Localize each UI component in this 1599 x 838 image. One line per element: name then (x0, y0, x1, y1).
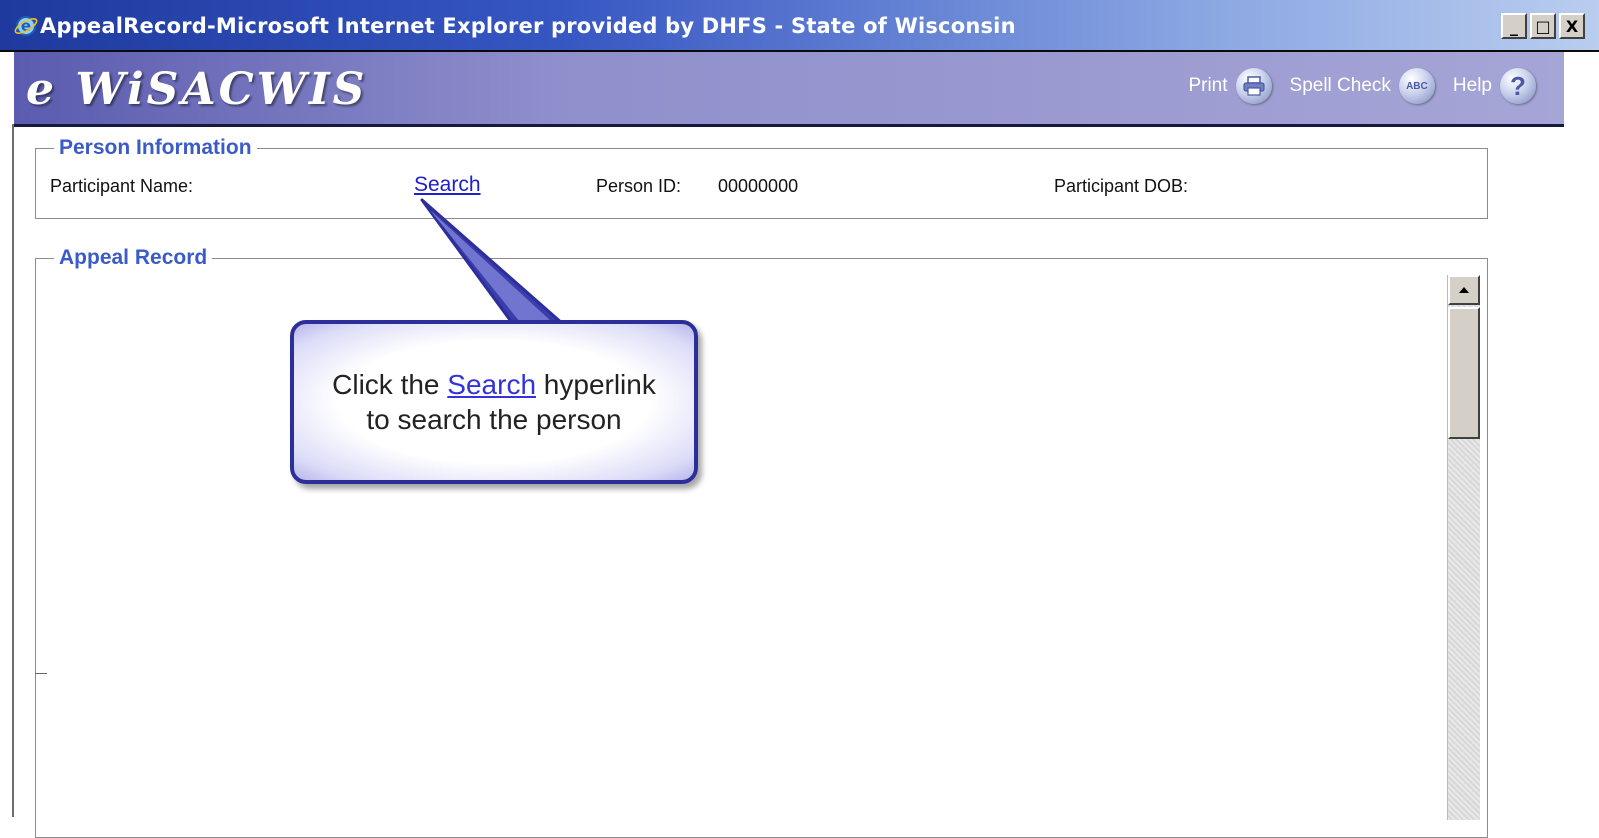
person-id-label: Person ID: (596, 176, 682, 196)
callout-line-2: to search the person (366, 404, 622, 435)
spell-check-icon-text: ABC (1406, 80, 1428, 92)
scroll-up-button[interactable] (1448, 275, 1480, 305)
minimize-button[interactable]: _ (1501, 13, 1527, 39)
instruction-callout: Click the Search hyperlink to search the… (290, 320, 698, 484)
callout-text-after: hyperlink (543, 369, 656, 400)
close-button[interactable]: X (1559, 13, 1585, 39)
callout-text-before: Click the (332, 369, 440, 400)
help-label: Help (1452, 75, 1492, 96)
print-button[interactable]: Print (1188, 68, 1272, 104)
person-id-value: 00000000 (718, 176, 799, 196)
person-information-legend: Person Information (54, 136, 257, 160)
printer-icon (1235, 68, 1272, 104)
window-title-bar: e AppealRecord-Microsoft Internet Explor… (0, 0, 1599, 52)
window-frame-left (12, 124, 14, 817)
callout-line-1: Click the Search hyperlink (332, 367, 656, 402)
spell-check-label: Spell Check (1289, 75, 1391, 96)
spell-check-button[interactable]: Spell Check ABC (1290, 68, 1435, 104)
window-title: AppealRecord-Microsoft Internet Explorer… (40, 14, 1016, 38)
help-icon-text: ? (1510, 70, 1526, 101)
person-information-group: Person Information Participant Name: Sea… (35, 136, 1488, 219)
callout-search-link: Search (447, 369, 537, 400)
vertical-scrollbar[interactable] (1447, 275, 1480, 820)
internet-explorer-icon: e (14, 16, 38, 36)
appeal-record-legend: Appeal Record (54, 246, 213, 270)
help-icon: ? (1500, 68, 1536, 104)
app-logo: e WiSACWIS (26, 64, 368, 115)
header-toolbar: Print Spell Check ABC Help ? (1188, 68, 1536, 104)
spell-check-icon: ABC (1398, 68, 1435, 104)
arrow-up-icon (1459, 287, 1469, 293)
divider-tick (35, 673, 47, 674)
participant-name-label: Participant Name: (50, 176, 194, 196)
participant-dob-label: Participant DOB: (1054, 176, 1189, 196)
app-header: e WiSACWIS Print Spell Check ABC Help ? (14, 52, 1564, 127)
search-link[interactable]: Search (414, 173, 481, 197)
scroll-thumb[interactable] (1448, 307, 1480, 439)
maximize-button[interactable]: □ (1530, 13, 1556, 39)
help-button[interactable]: Help ? (1453, 68, 1536, 104)
window-controls: _ □ X (1501, 13, 1585, 39)
print-label: Print (1188, 75, 1228, 96)
appeal-record-group: Appeal Record (35, 246, 1488, 838)
